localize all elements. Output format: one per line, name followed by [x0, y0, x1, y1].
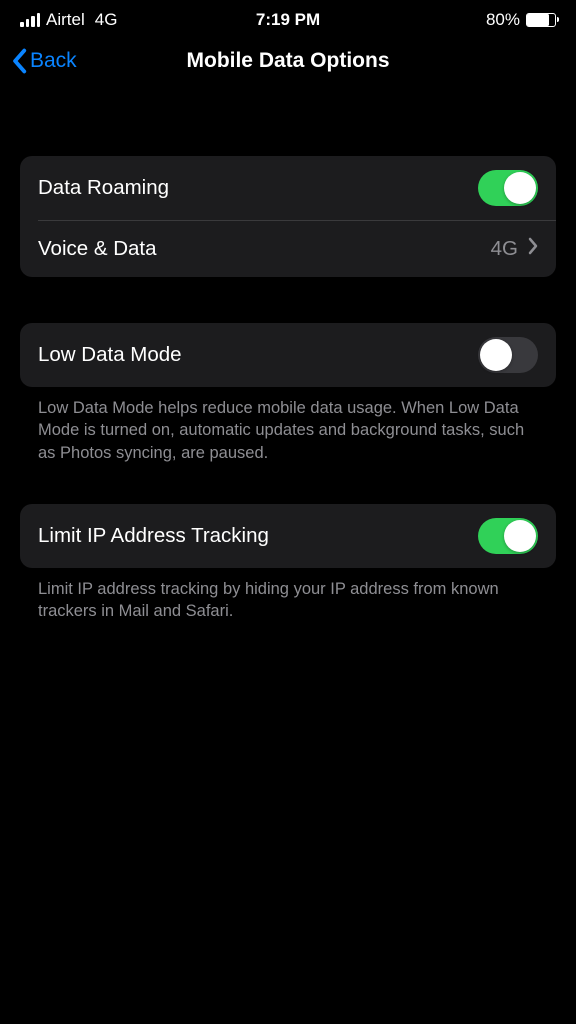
toggle-knob	[480, 339, 512, 371]
section-limit-ip: Limit IP Address Tracking	[20, 504, 556, 568]
clock: 7:19 PM	[256, 10, 320, 30]
carrier-label: Airtel	[46, 10, 85, 30]
limit-ip-label: Limit IP Address Tracking	[38, 524, 269, 548]
status-left: Airtel 4G	[20, 10, 117, 30]
section-connectivity: Data Roaming Voice & Data 4G	[20, 156, 556, 277]
data-roaming-label: Data Roaming	[38, 176, 169, 200]
chevron-left-icon	[10, 48, 28, 74]
battery-icon	[526, 13, 556, 27]
row-limit-ip: Limit IP Address Tracking	[20, 504, 556, 568]
low-data-mode-toggle[interactable]	[478, 337, 538, 373]
low-data-mode-footer: Low Data Mode helps reduce mobile data u…	[20, 387, 556, 464]
back-button[interactable]: Back	[10, 48, 77, 74]
content: Data Roaming Voice & Data 4G Low Data Mo…	[0, 156, 576, 622]
chevron-right-icon	[528, 237, 538, 261]
section-low-data: Low Data Mode	[20, 323, 556, 387]
toggle-knob	[504, 520, 536, 552]
voice-data-value: 4G	[491, 237, 518, 261]
battery-percent-label: 80%	[486, 10, 520, 30]
back-label: Back	[30, 49, 77, 73]
voice-data-label: Voice & Data	[38, 237, 157, 261]
voice-data-value-group: 4G	[491, 237, 538, 261]
row-data-roaming: Data Roaming	[20, 156, 556, 220]
low-data-mode-label: Low Data Mode	[38, 343, 182, 367]
data-roaming-toggle[interactable]	[478, 170, 538, 206]
limit-ip-footer: Limit IP address tracking by hiding your…	[20, 568, 556, 623]
row-voice-data[interactable]: Voice & Data 4G	[20, 221, 556, 277]
status-right: 80%	[486, 10, 556, 30]
status-bar: Airtel 4G 7:19 PM 80%	[0, 0, 576, 36]
toggle-knob	[504, 172, 536, 204]
row-low-data-mode: Low Data Mode	[20, 323, 556, 387]
signal-icon	[20, 13, 40, 27]
page-title: Mobile Data Options	[186, 49, 389, 73]
limit-ip-toggle[interactable]	[478, 518, 538, 554]
nav-header: Back Mobile Data Options	[0, 36, 576, 86]
battery-fill	[527, 14, 549, 26]
network-type-label: 4G	[95, 10, 118, 30]
